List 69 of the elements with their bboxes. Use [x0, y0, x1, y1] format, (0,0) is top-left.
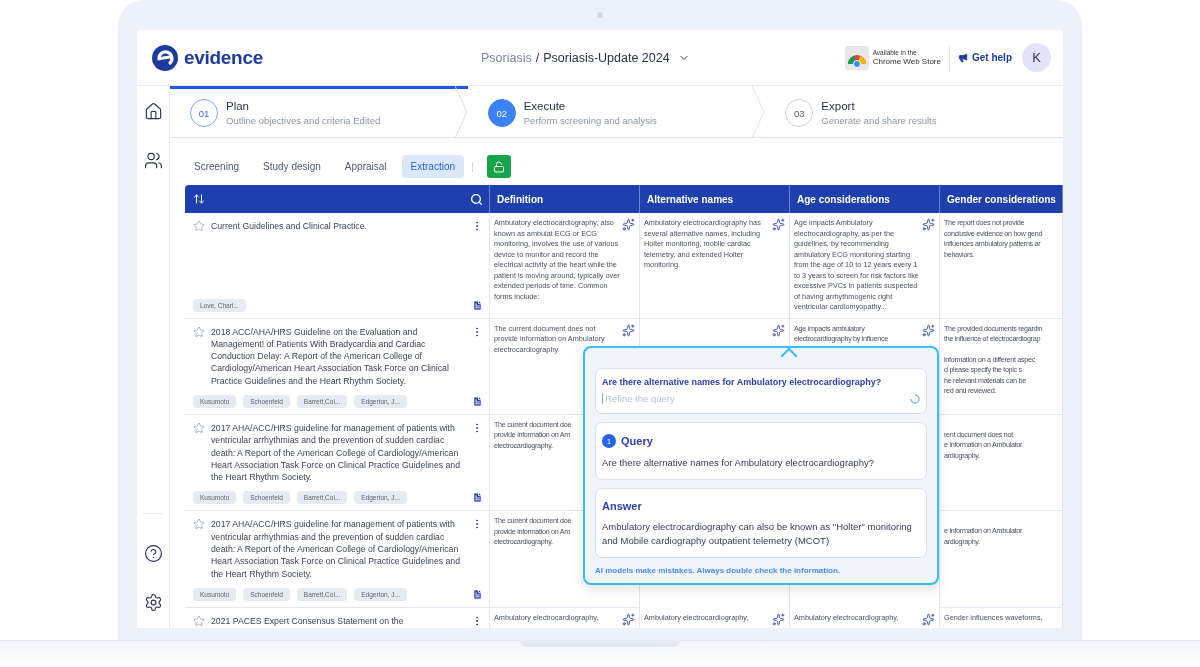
subtab[interactable]: Appraisal: [335, 155, 396, 178]
card-title: Query: [621, 435, 653, 447]
step-title: Plan: [226, 100, 251, 112]
pdf-file-icon[interactable]: [472, 492, 483, 504]
document-title[interactable]: 2017 AHA/ACC/HRS guideline for management of patients with ventricular arrhythmias and the prevention of sudden cardiac death: A Report of the American College of Cardiology/American Heart Association Task Force on Clinical Practice Guidelines and the Heart Rhythm Society.: [211, 422, 465, 484]
step-number: 01: [190, 99, 218, 127]
step-tab[interactable]: 03 Export Generate and share results: [765, 86, 1063, 137]
step-subtitle: Outline objectives and criteria Edited: [226, 115, 381, 126]
step-subtitle: Perform screening and analysis: [523, 115, 657, 126]
logo-icon: [151, 43, 179, 72]
document-title[interactable]: Current Guidelines and Clinical Practice.: [211, 220, 465, 233]
step-tab[interactable]: 02 Execute Perform screening and analysis: [467, 86, 766, 137]
megaphone-icon: [958, 52, 968, 63]
question-text: Are there alternative names for Ambulatory electrocardiography?: [602, 377, 883, 387]
subtab[interactable]: Study design: [254, 155, 330, 178]
step-tab[interactable]: 01 Plan Outline objectives and criteria Edited: [170, 86, 468, 137]
sort-icon[interactable]: [193, 193, 205, 205]
column-header: Gender considerations: [940, 185, 1063, 213]
answer-text: Ambulatory electrocardiography can also be known as "Holter" monitoring and Mobile cardiography outpatient telemetry (MCOT): [602, 520, 913, 548]
star-icon[interactable]: [193, 325, 205, 338]
step-number: 02: [487, 99, 516, 127]
card-title: Answer: [602, 500, 642, 512]
document-title[interactable]: 2018 ACC/AHA/HRS Guideline on the Evaluation and Management! of Patients With Bradycardia and Cardiac Conduction Delay: A Report of the American College of Cardiology/American Heart Association Task Force on Clinical Practice Guidelines and the Heart Rhythm Society.: [211, 325, 465, 387]
settings-icon[interactable]: [143, 593, 163, 612]
search-icon[interactable]: [470, 192, 483, 206]
sparkle-icon[interactable]: [772, 612, 785, 626]
step-title: Execute: [523, 100, 567, 112]
subtab[interactable]: Extraction: [401, 155, 465, 178]
document-title[interactable]: 2017 AHA/ACC/HRS guideline for management of patients with ventricular arrhythmias and the prevention of sudden cardiac death: A Report of the American College of Cardiology/American Heart Association Task Force on Clinical Practice Guidelines and the Heart Rhythm Society.: [211, 518, 465, 580]
step-number: 03: [785, 99, 814, 127]
browser-logo-icon: [844, 45, 869, 70]
star-icon[interactable]: [193, 614, 205, 627]
sparkle-icon[interactable]: [772, 323, 785, 337]
pdf-file-icon[interactable]: [472, 299, 483, 311]
subtab[interactable]: Screening: [185, 155, 249, 178]
store-badge-name: Chrome Web Store: [872, 56, 941, 67]
logo-text: evidence: [184, 46, 263, 69]
star-icon[interactable]: [193, 422, 205, 434]
breadcrumb-parent[interactable]: Psoriasis: [481, 50, 532, 65]
disclaimer-text: AI models make mistakes. Always double check the information.: [595, 566, 842, 575]
unlock-icon: [493, 160, 506, 173]
pdf-file-icon[interactable]: [472, 396, 483, 407]
column-header: Definition: [490, 185, 640, 213]
sparkle-icon[interactable]: [922, 218, 935, 231]
sparkle-icon[interactable]: [772, 218, 785, 231]
sparkle-icon[interactable]: [922, 612, 935, 626]
breadcrumb-current[interactable]: Psoriasis-Update 2024: [543, 50, 670, 65]
sparkle-icon[interactable]: [622, 218, 635, 231]
step-subtitle: Generate and share results: [821, 115, 937, 126]
get-help-link[interactable]: Get help: [958, 52, 1012, 63]
document-title[interactable]: 2021 PACES Expert Consensus Statement on the: [211, 614, 465, 628]
column-header: Alternative names: [640, 185, 790, 213]
breadcrumb-separator: /: [535, 50, 540, 65]
users-icon[interactable]: [143, 151, 163, 170]
step-title: Export: [821, 100, 856, 112]
camera-dot: [597, 12, 603, 18]
refine-query-field[interactable]: Refine the query: [602, 393, 906, 404]
star-icon[interactable]: [193, 518, 205, 531]
query-text: Are there alternative names for Ambulatory electrocardiography?: [602, 456, 875, 470]
help-icon[interactable]: [143, 544, 163, 563]
user-avatar[interactable]: K: [1022, 43, 1051, 72]
home-icon[interactable]: [143, 102, 163, 121]
sparkle-icon[interactable]: [922, 323, 935, 337]
column-header: Age considerations: [790, 185, 940, 213]
pdf-file-icon[interactable]: [472, 588, 483, 600]
sparkle-icon[interactable]: [622, 612, 635, 626]
star-icon[interactable]: [193, 220, 205, 232]
lock-button[interactable]: [487, 155, 512, 178]
sparkle-icon[interactable]: [622, 323, 635, 337]
